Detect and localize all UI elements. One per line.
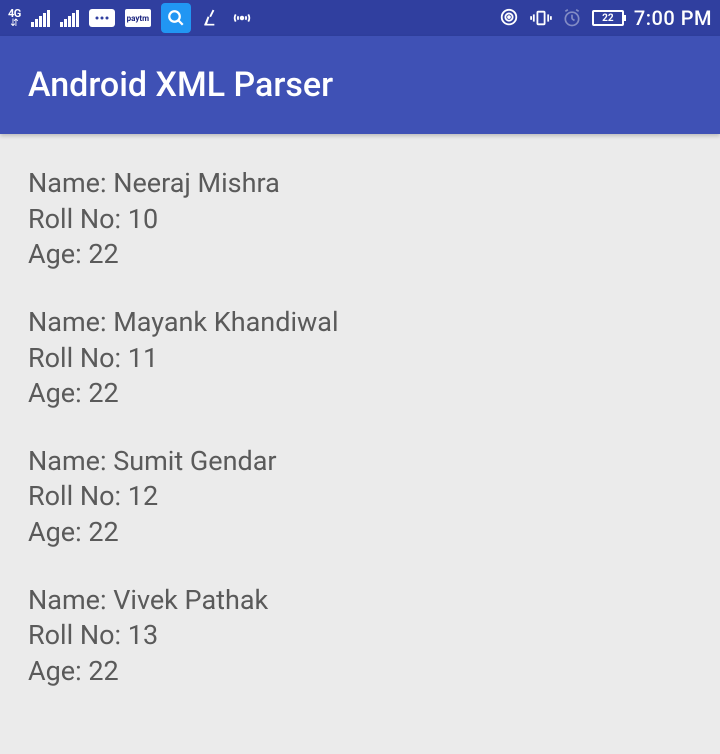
record-age: Age: 22 [28,376,692,412]
signal-icon-2 [60,9,79,27]
app-bar: Android XML Parser [0,36,720,134]
battery-level: 22 [602,13,613,24]
content-list: Name: Neeraj Mishra Roll No: 10 Age: 22 … [0,134,720,754]
list-item: Name: Sumit Gendar Roll No: 12 Age: 22 [28,444,692,551]
status-bar: 4G ⇵ paytm [0,0,720,36]
status-right: 22 7:00 PM [498,6,712,30]
paytm-icon: paytm [125,9,151,27]
battery-icon: 22 [592,10,624,26]
record-name: Name: Sumit Gendar [28,444,692,480]
record-name: Name: Neeraj Mishra [28,166,692,202]
data-arrows-icon: ⇵ [10,19,18,29]
network-label: 4G [8,8,21,19]
cleaner-icon [201,8,221,28]
record-age: Age: 22 [28,515,692,551]
signal-icon-1 [31,9,50,27]
list-item: Name: Neeraj Mishra Roll No: 10 Age: 22 [28,166,692,273]
clock: 7:00 PM [634,6,712,30]
hotspot-icon [231,9,253,27]
record-roll: Roll No: 10 [28,202,692,238]
network-indicator: 4G ⇵ [8,8,21,29]
cast-icon [498,8,520,28]
record-name: Name: Vivek Pathak [28,583,692,619]
sms-icon [89,9,115,27]
list-item: Name: Vivek Pathak Roll No: 13 Age: 22 [28,583,692,690]
search-icon [161,3,191,33]
record-roll: Roll No: 12 [28,479,692,515]
record-age: Age: 22 [28,654,692,690]
alarm-icon [562,8,582,28]
record-roll: Roll No: 11 [28,341,692,377]
record-name: Name: Mayank Khandiwal [28,305,692,341]
status-left: 4G ⇵ paytm [8,3,253,33]
record-roll: Roll No: 13 [28,618,692,654]
list-item: Name: Mayank Khandiwal Roll No: 11 Age: … [28,305,692,412]
vibrate-icon [530,9,552,27]
app-title: Android XML Parser [28,65,333,105]
record-age: Age: 22 [28,237,692,273]
